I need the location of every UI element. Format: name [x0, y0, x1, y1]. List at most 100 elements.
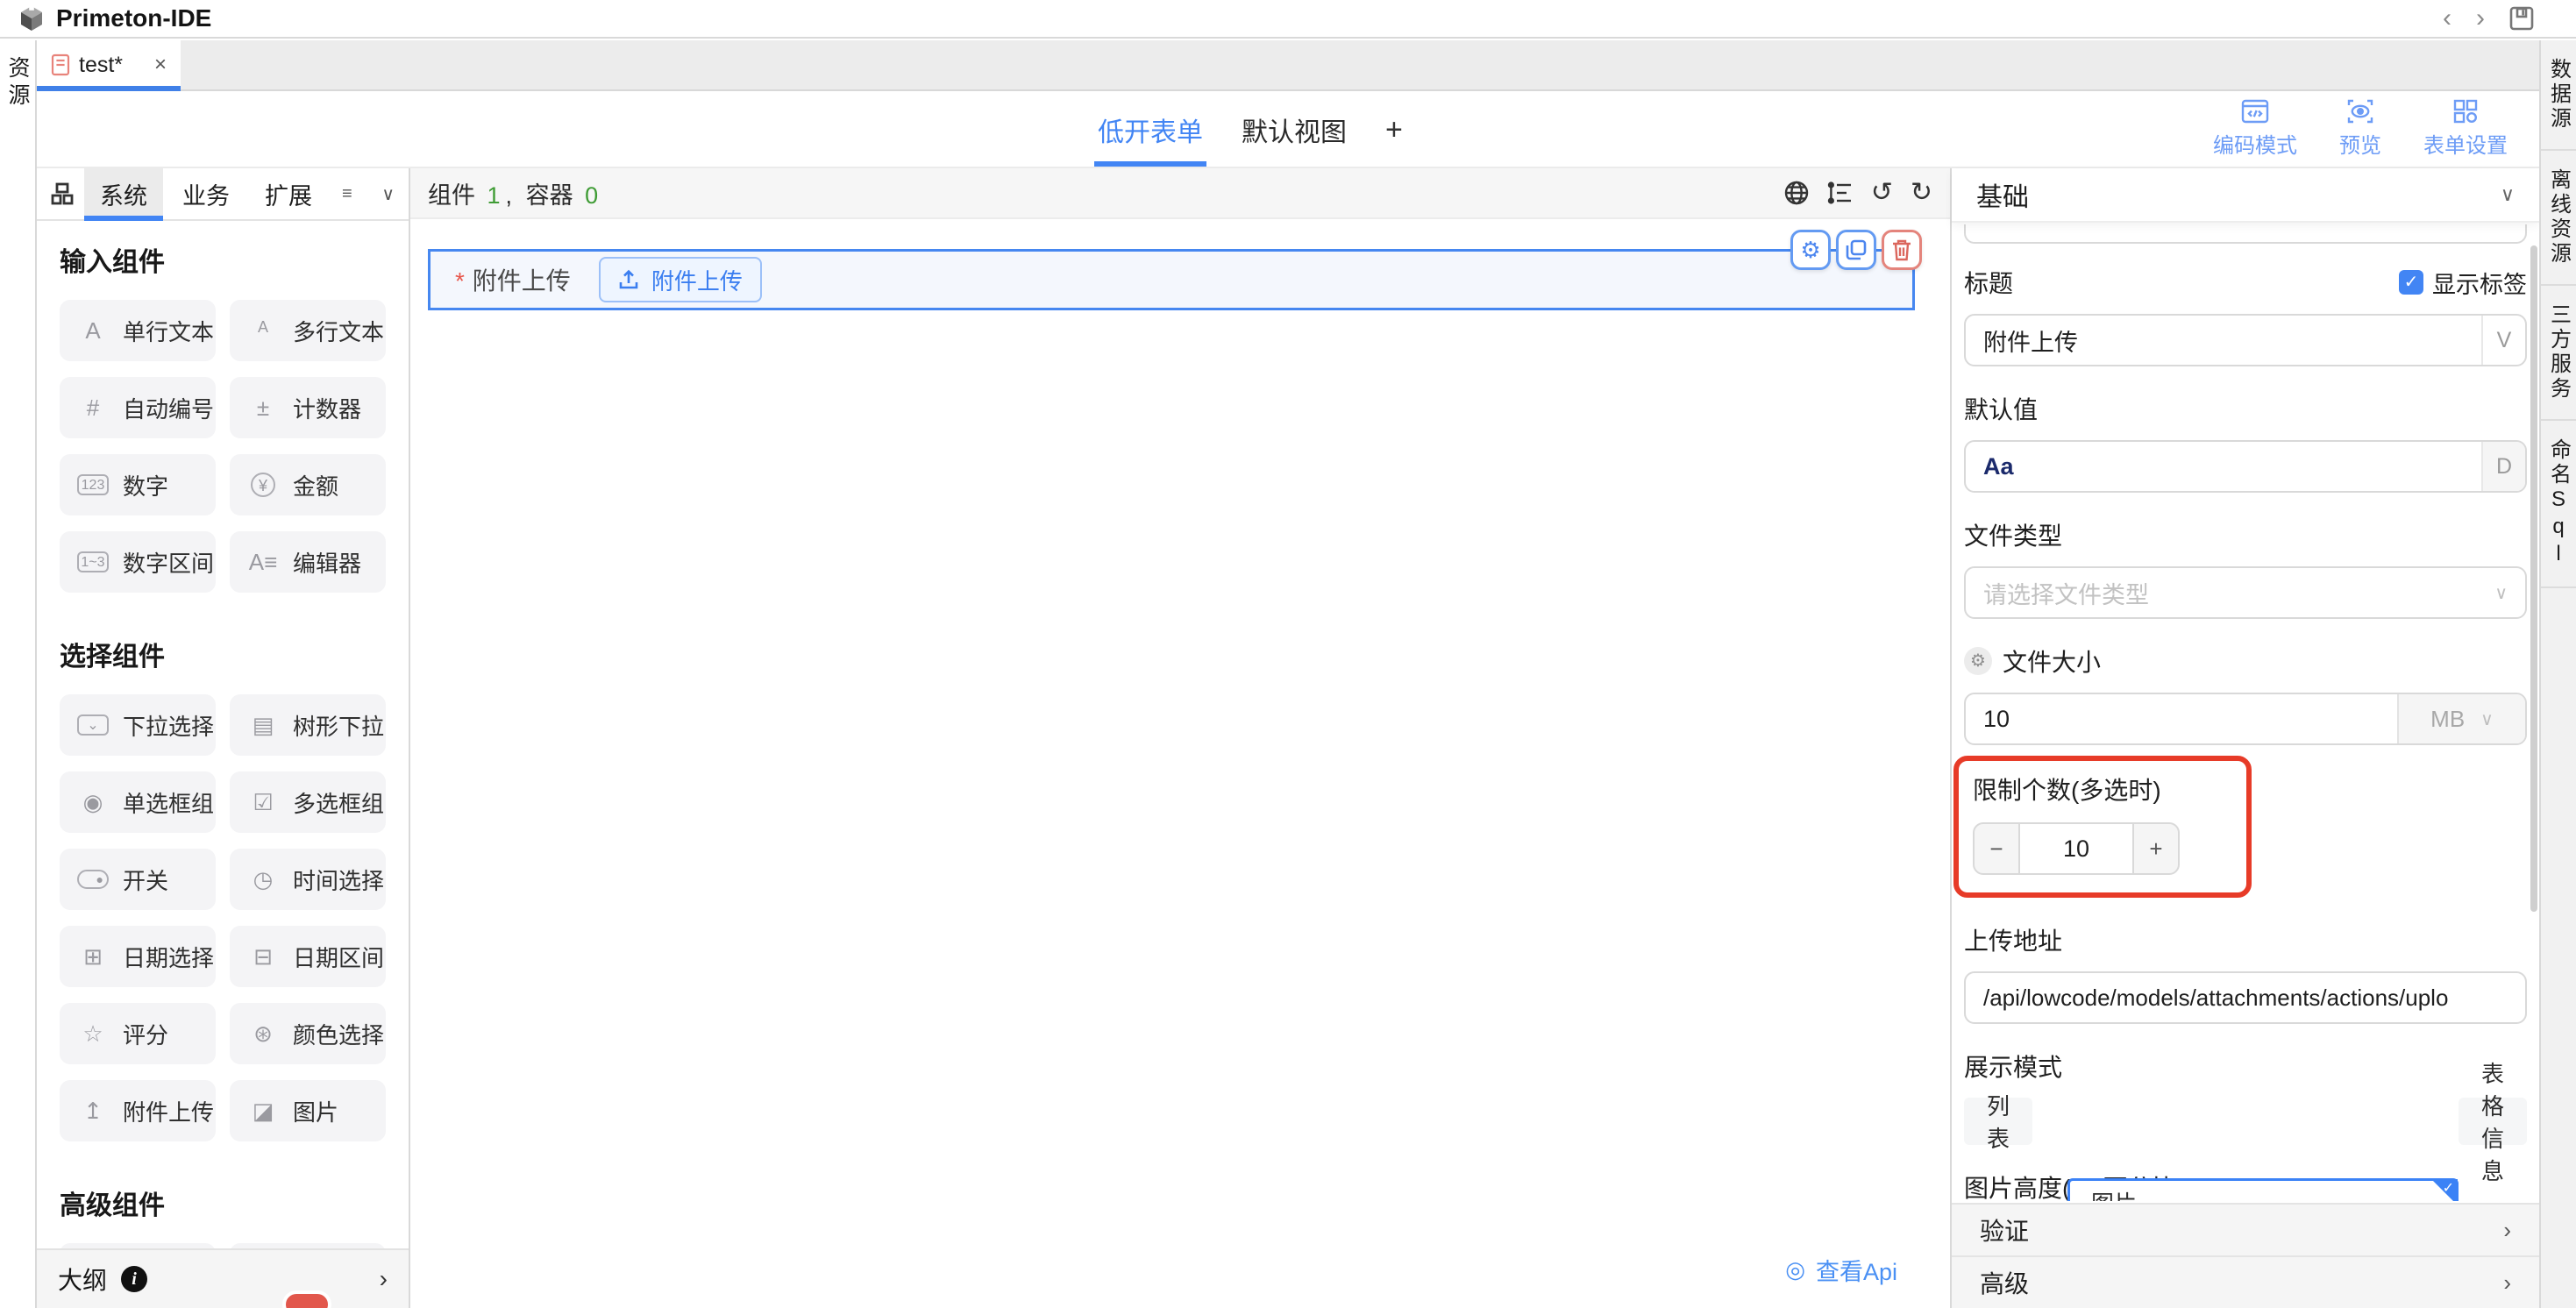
component-item-image[interactable]: ◪图片 [230, 1080, 386, 1141]
file-size-input[interactable]: 10 MB ∨ [1964, 693, 2527, 745]
unit-chevron-icon: ∨ [2480, 708, 2494, 730]
limit-count-stepper: − 10 + [1973, 822, 2180, 875]
component-item-counter[interactable]: ±计数器 [230, 377, 386, 438]
outline-bar[interactable]: 大纲 i › [37, 1248, 409, 1308]
tab-title: test* [79, 53, 123, 78]
component-item-number[interactable]: 123数字 [60, 454, 216, 515]
file-type-select[interactable]: 请选择文件类型 ∨ [1964, 566, 2527, 619]
radio-group-icon: ◉ [77, 791, 109, 814]
view-api-link[interactable]: ◎ 查看Api [1785, 1253, 1897, 1287]
section-validation[interactable]: 验证 › [1952, 1203, 2539, 1255]
add-view-button[interactable]: + [1385, 93, 1403, 167]
undo-icon[interactable]: ↺ [1871, 180, 1893, 206]
breadcrumb: 组件 1, 容器 0 [428, 176, 603, 210]
save-icon[interactable] [2509, 6, 2534, 31]
code-mode-icon [2241, 98, 2269, 124]
date-range-icon: ⊟ [247, 945, 279, 968]
component-item-dropdown-select[interactable]: ⌄下拉选择 [60, 694, 216, 756]
section-advanced[interactable]: 高级 › [1952, 1255, 2539, 1308]
component-item-auto-number[interactable]: #自动编号 [60, 377, 216, 438]
component-item-attachment-upload[interactable]: ↥附件上传 [60, 1080, 216, 1141]
display-mode-group: 列表 图片 ✓ 表格信息 [1964, 1098, 2527, 1145]
upload-arrow-icon [618, 269, 639, 290]
component-item-time-picker[interactable]: ◷时间选择 [230, 849, 386, 910]
app-header: Primeton-IDE ‹ › [0, 0, 2576, 39]
upload-button[interactable]: 附件上传 [599, 257, 762, 302]
display-mode-image[interactable]: 图片 ✓ [2067, 1178, 2459, 1201]
component-item-color-picker[interactable]: ⊛颜色选择 [230, 1003, 386, 1064]
nav-forward-icon[interactable]: › [2476, 5, 2485, 32]
title-variable-button[interactable]: V [2481, 316, 2525, 365]
chevron-right-icon: › [2503, 1217, 2511, 1244]
tab-business-components[interactable]: 业务 [167, 168, 246, 219]
stepper-value[interactable]: 10 [2020, 822, 2132, 875]
stepper-plus-button[interactable]: + [2132, 822, 2180, 875]
component-delete-button[interactable] [1882, 230, 1922, 270]
strip-item-offline-resources[interactable]: 离线资源 [2541, 151, 2576, 286]
tab-extension-components[interactable]: 扩展 [249, 168, 328, 219]
number-icon: 123 [77, 474, 109, 495]
app-title: Primeton-IDE [56, 4, 211, 32]
list-layout-icon[interactable]: ≡ [342, 184, 352, 204]
tab-close-icon[interactable]: × [154, 54, 167, 75]
file-type-label: 文件类型 [1964, 517, 2527, 552]
default-value-input[interactable]: Aa D [1964, 440, 2527, 493]
collapse-panel-icon[interactable]: ∨ [381, 183, 395, 205]
redo-icon[interactable]: ↻ [1911, 180, 1932, 206]
title-input[interactable]: 附件上传 V [1964, 314, 2527, 366]
app-logo-icon [18, 4, 46, 32]
outline-expand-icon[interactable]: › [380, 1265, 388, 1293]
properties-scrollbar[interactable] [2530, 245, 2537, 912]
component-item-tree-dropdown[interactable]: ▤树形下拉 [230, 694, 386, 756]
tab-test[interactable]: test* × [37, 40, 181, 89]
counter-icon: ± [247, 396, 279, 419]
display-mode-table-info[interactable]: 表格信息 [2459, 1098, 2527, 1145]
upload-url-input[interactable]: /api/lowcode/models/attachments/actions/… [1964, 971, 2527, 1024]
selected-form-component[interactable]: * 附件上传 附件上传 [428, 249, 1915, 310]
component-item-multi-line-text[interactable]: A多行文本 [230, 300, 386, 361]
display-mode-list[interactable]: 列表 [1964, 1098, 2032, 1145]
chevron-down-icon: ∨ [2501, 183, 2515, 206]
nav-back-icon[interactable]: ‹ [2443, 5, 2451, 32]
component-item-date-picker[interactable]: ⊞日期选择 [60, 926, 216, 987]
component-item-amount[interactable]: ¥金额 [230, 454, 386, 515]
properties-section-basic[interactable]: 基础 ∨ [1952, 168, 2539, 223]
node-tree-icon[interactable] [1827, 181, 1854, 205]
component-item-single-line-text[interactable]: A单行文本 [60, 300, 216, 361]
component-settings-button[interactable]: ⚙ [1790, 230, 1831, 270]
resources-strip[interactable]: 资源 [0, 40, 37, 1308]
preview-button[interactable]: 预览 [2339, 98, 2381, 159]
image-icon: ◪ [247, 1099, 279, 1122]
color-picker-icon: ⊛ [247, 1022, 279, 1045]
resources-strip-label: 资源 [2, 56, 33, 110]
strip-item-named-sql[interactable]: 命名Sql [2541, 421, 2576, 588]
component-item-editor[interactable]: A≡编辑器 [230, 531, 386, 593]
stepper-minus-button[interactable]: − [1973, 822, 2020, 875]
code-mode-button[interactable]: 编码模式 [2213, 98, 2297, 159]
default-value-d-button[interactable]: D [2481, 442, 2525, 491]
component-item-rating[interactable]: ☆评分 [60, 1003, 216, 1064]
tab-lowcode-form[interactable]: 低开表单 [1098, 93, 1203, 167]
form-settings-button[interactable]: 表单设置 [2423, 98, 2508, 159]
form-canvas: 组件 1, 容器 0 [410, 168, 1950, 1308]
strip-item-thirdparty-services[interactable]: 三方服务 [2541, 286, 2576, 421]
copy-icon [1846, 239, 1867, 260]
i18n-globe-icon[interactable] [1783, 180, 1810, 206]
tab-system-components[interactable]: 系统 [84, 168, 163, 219]
checkbox-check-icon: ✓ [2399, 270, 2423, 295]
component-item-switch[interactable]: ●开关 [60, 849, 216, 910]
file-size-unit-select[interactable]: MB ∨ [2397, 694, 2525, 743]
show-label-checkbox[interactable]: ✓ 显示标签 [2399, 266, 2527, 300]
component-item-checkbox-group[interactable]: ☑多选框组 [230, 771, 386, 833]
tab-default-view[interactable]: 默认视图 [1242, 93, 1347, 167]
component-item-radio-group[interactable]: ◉单选框组 [60, 771, 216, 833]
component-copy-button[interactable] [1836, 230, 1876, 270]
upload-url-label: 上传地址 [1964, 922, 2527, 957]
component-item-number-range[interactable]: 1~3数字区间 [60, 531, 216, 593]
component-item-date-range[interactable]: ⊟日期区间 [230, 926, 386, 987]
time-picker-icon: ◷ [247, 868, 279, 891]
strip-item-datasource[interactable]: 数据源 [2541, 40, 2576, 151]
number-range-icon: 1~3 [77, 551, 109, 572]
select-chevron-icon: ∨ [2494, 582, 2508, 604]
annotation-highlight-box: 限制个数(多选时) − 10 + [1953, 756, 2252, 898]
